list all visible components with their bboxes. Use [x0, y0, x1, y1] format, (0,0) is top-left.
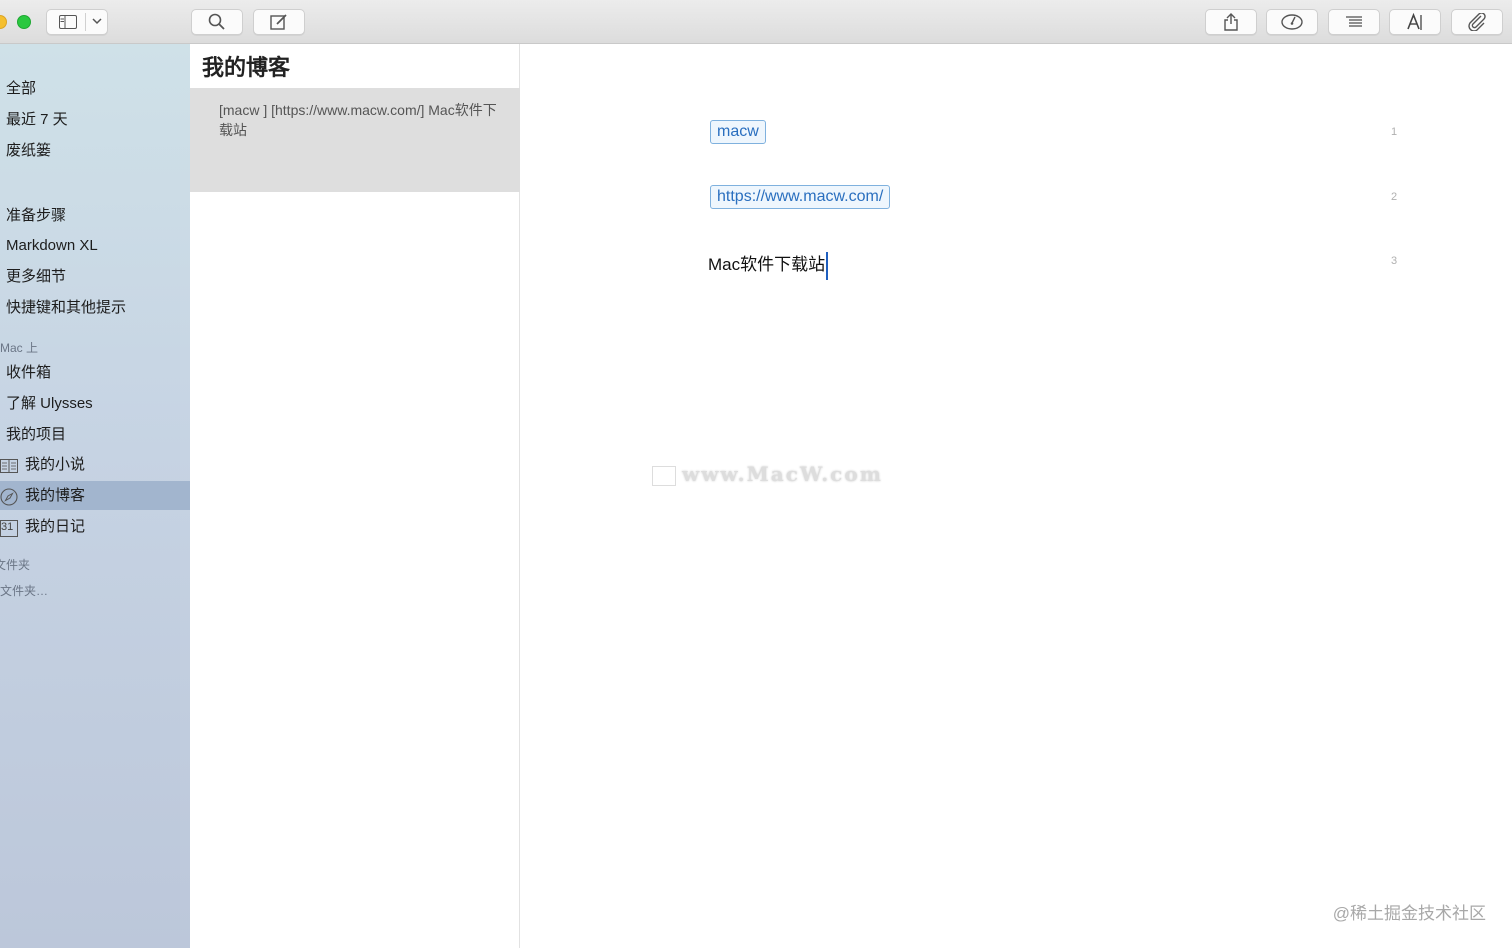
outline-button[interactable] — [1328, 9, 1380, 35]
search-button[interactable] — [191, 9, 243, 35]
sidebar-item-trash[interactable]: 废纸篓 — [6, 136, 51, 166]
sidebar-item-about-ulysses[interactable]: 了解 Ulysses — [6, 389, 93, 419]
sheet-list-item[interactable]: [macw ] [https://www.macw.com/] Mac软件下载站 — [190, 88, 520, 192]
compass-icon — [0, 487, 18, 506]
sidebar-section-on-mac: Mac 上 — [0, 341, 39, 355]
sidebar-item-my-novel[interactable]: 我的小说 — [0, 450, 85, 480]
sidebar-item-my-projects[interactable]: 我的项目 — [6, 420, 66, 450]
line-number: 3 — [1391, 255, 1398, 267]
calendar-icon: 31 — [0, 518, 18, 538]
new-sheet-button[interactable] — [253, 9, 305, 35]
minimize-window-button[interactable] — [0, 15, 7, 29]
sidebar-item-label: 我的小说 — [25, 456, 86, 473]
sidebar-item-last-7-days[interactable]: 最近 7 天 — [6, 105, 68, 135]
search-icon — [208, 13, 226, 31]
sidebar-item-label: 我的日记 — [25, 518, 86, 535]
source-credit: @稀土掘金技术社区 — [1332, 904, 1486, 923]
share-icon — [1223, 13, 1239, 31]
attachments-button[interactable] — [1451, 9, 1503, 35]
watermark: www.MacW.com — [652, 462, 883, 486]
library-sidebar: 全部 最近 7 天 废纸篓 准备步骤 Markdown XL 更多细节 快捷键和… — [0, 44, 190, 948]
zoom-window-button[interactable] — [17, 15, 31, 29]
editor-line-text: Mac软件下载站 — [708, 255, 826, 274]
sidebar-view-control[interactable] — [46, 9, 108, 35]
chevron-down-icon[interactable] — [92, 18, 102, 25]
line-number: 1 — [1391, 126, 1398, 138]
watermark-icon — [652, 465, 676, 486]
add-folder-link[interactable]: 文件夹… — [0, 582, 48, 599]
paperclip-icon — [1467, 13, 1487, 31]
gauge-icon — [1281, 14, 1303, 30]
sidebar-item-label: 我的博客 — [25, 487, 86, 504]
sidebar-item-filter[interactable]: 快捷键和其他提示 — [6, 293, 126, 323]
sidebar-item-my-diary[interactable]: 31 我的日记 — [0, 512, 85, 542]
goals-button[interactable] — [1266, 9, 1318, 35]
sidebar-item-filter[interactable]: Markdown XL — [6, 231, 98, 261]
watermark-text: www.MacW.com — [682, 462, 883, 486]
sidebar-item-my-blog[interactable]: 我的博客 — [0, 481, 85, 511]
book-icon — [0, 456, 18, 474]
keyword-tag-2[interactable]: https://www.macw.com/ — [710, 185, 891, 209]
sidebar-item-filter[interactable]: 准备步骤 — [6, 201, 66, 231]
sidebar-item-filter[interactable]: 更多细节 — [6, 262, 66, 292]
calendar-icon-number: 31 — [1, 521, 14, 534]
text-caret — [826, 251, 829, 280]
sidebar-section-folders: 文件夹 — [0, 558, 31, 572]
font-button[interactable] — [1389, 9, 1441, 35]
font-icon — [1406, 13, 1424, 31]
share-button[interactable] — [1205, 9, 1257, 35]
window-toolbar — [0, 0, 1512, 44]
editor-pane[interactable]: macw 1 https://www.macw.com/ 2 Mac软件下载站 … — [521, 44, 1512, 948]
list-icon — [1345, 15, 1363, 29]
line-number: 2 — [1391, 191, 1398, 203]
keyword-tag-1[interactable]: macw — [710, 120, 766, 144]
compose-icon — [270, 13, 288, 31]
group-title: 我的博客 — [202, 55, 291, 80]
sidebar-item-all[interactable]: 全部 — [6, 74, 36, 104]
sidebar-toggle-icon[interactable] — [59, 15, 77, 29]
sidebar-item-inbox[interactable]: 收件箱 — [6, 358, 51, 388]
sheet-list: 我的博客 [macw ] [https://www.macw.com/] Mac… — [190, 44, 520, 948]
editor-text-line[interactable]: Mac软件下载站 — [708, 250, 829, 280]
sheet-preview-text: [macw ] [https://www.macw.com/] Mac软件下载站 — [219, 102, 497, 138]
